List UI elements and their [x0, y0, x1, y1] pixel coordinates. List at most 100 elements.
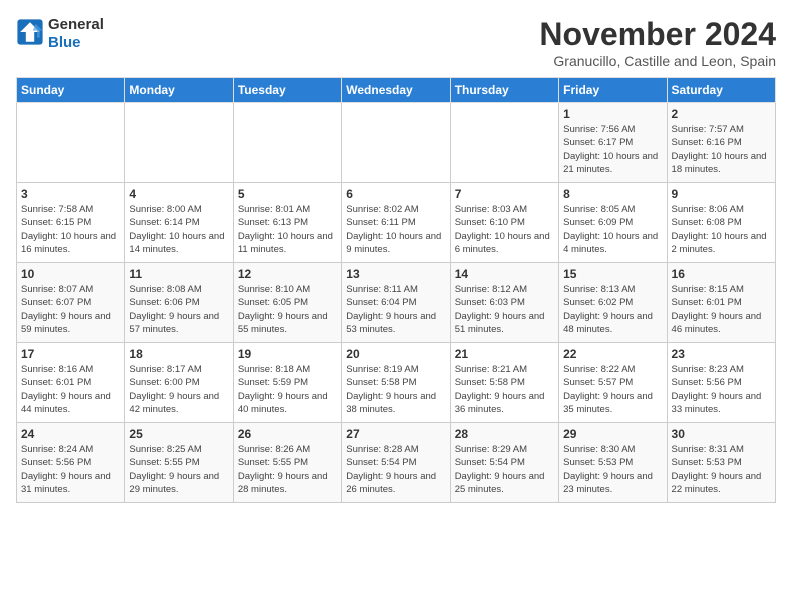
day-number: 18 [129, 347, 228, 361]
day-sunset: Sunset: 6:15 PM [21, 216, 120, 229]
day-number: 15 [563, 267, 662, 281]
logo-general: General [48, 16, 104, 33]
day-number: 1 [563, 107, 662, 121]
calendar-cell: 10 Sunrise: 8:07 AM Sunset: 6:07 PM Dayl… [17, 263, 125, 343]
day-daylight: Daylight: 9 hours and 26 minutes. [346, 470, 445, 497]
day-number: 21 [455, 347, 554, 361]
day-daylight: Daylight: 9 hours and 57 minutes. [129, 310, 228, 337]
calendar-cell: 1 Sunrise: 7:56 AM Sunset: 6:17 PM Dayli… [559, 103, 667, 183]
day-daylight: Daylight: 9 hours and 51 minutes. [455, 310, 554, 337]
day-daylight: Daylight: 9 hours and 53 minutes. [346, 310, 445, 337]
calendar-week-2: 10 Sunrise: 8:07 AM Sunset: 6:07 PM Dayl… [17, 263, 776, 343]
day-number: 2 [672, 107, 771, 121]
day-number: 25 [129, 427, 228, 441]
day-number: 10 [21, 267, 120, 281]
day-number: 19 [238, 347, 337, 361]
calendar-cell: 16 Sunrise: 8:15 AM Sunset: 6:01 PM Dayl… [667, 263, 775, 343]
day-sunset: Sunset: 5:55 PM [238, 456, 337, 469]
calendar-cell: 6 Sunrise: 8:02 AM Sunset: 6:11 PM Dayli… [342, 183, 450, 263]
day-sunset: Sunset: 6:05 PM [238, 296, 337, 309]
day-sunset: Sunset: 6:01 PM [21, 376, 120, 389]
calendar-cell: 18 Sunrise: 8:17 AM Sunset: 6:00 PM Dayl… [125, 343, 233, 423]
day-sunset: Sunset: 5:53 PM [563, 456, 662, 469]
calendar-cell: 28 Sunrise: 8:29 AM Sunset: 5:54 PM Dayl… [450, 423, 558, 503]
location-title: Granucillo, Castille and Leon, Spain [539, 53, 776, 69]
calendar-table: Sunday Monday Tuesday Wednesday Thursday… [16, 77, 776, 503]
day-number: 29 [563, 427, 662, 441]
day-sunrise: Sunrise: 8:06 AM [672, 203, 771, 216]
day-number: 24 [21, 427, 120, 441]
calendar-week-3: 17 Sunrise: 8:16 AM Sunset: 6:01 PM Dayl… [17, 343, 776, 423]
day-sunset: Sunset: 6:11 PM [346, 216, 445, 229]
day-sunrise: Sunrise: 7:56 AM [563, 123, 662, 136]
day-number: 14 [455, 267, 554, 281]
calendar-cell: 5 Sunrise: 8:01 AM Sunset: 6:13 PM Dayli… [233, 183, 341, 263]
calendar-cell: 8 Sunrise: 8:05 AM Sunset: 6:09 PM Dayli… [559, 183, 667, 263]
day-daylight: Daylight: 10 hours and 14 minutes. [129, 230, 228, 257]
day-daylight: Daylight: 10 hours and 4 minutes. [563, 230, 662, 257]
col-sunday: Sunday [17, 78, 125, 103]
col-friday: Friday [559, 78, 667, 103]
day-sunset: Sunset: 5:55 PM [129, 456, 228, 469]
logo: General Blue [16, 16, 104, 52]
day-daylight: Daylight: 9 hours and 33 minutes. [672, 390, 771, 417]
calendar-cell: 23 Sunrise: 8:23 AM Sunset: 5:56 PM Dayl… [667, 343, 775, 423]
calendar-cell: 24 Sunrise: 8:24 AM Sunset: 5:56 PM Dayl… [17, 423, 125, 503]
calendar-cell [233, 103, 341, 183]
title-area: November 2024 Granucillo, Castille and L… [539, 16, 776, 69]
logo-text: General Blue [48, 16, 104, 52]
day-number: 27 [346, 427, 445, 441]
col-saturday: Saturday [667, 78, 775, 103]
calendar-cell: 15 Sunrise: 8:13 AM Sunset: 6:02 PM Dayl… [559, 263, 667, 343]
day-daylight: Daylight: 9 hours and 25 minutes. [455, 470, 554, 497]
calendar-cell: 14 Sunrise: 8:12 AM Sunset: 6:03 PM Dayl… [450, 263, 558, 343]
day-number: 9 [672, 187, 771, 201]
col-thursday: Thursday [450, 78, 558, 103]
day-number: 12 [238, 267, 337, 281]
day-sunrise: Sunrise: 8:10 AM [238, 283, 337, 296]
day-number: 30 [672, 427, 771, 441]
day-sunrise: Sunrise: 8:05 AM [563, 203, 662, 216]
calendar-week-4: 24 Sunrise: 8:24 AM Sunset: 5:56 PM Dayl… [17, 423, 776, 503]
calendar-cell: 7 Sunrise: 8:03 AM Sunset: 6:10 PM Dayli… [450, 183, 558, 263]
calendar-cell: 30 Sunrise: 8:31 AM Sunset: 5:53 PM Dayl… [667, 423, 775, 503]
day-sunrise: Sunrise: 8:18 AM [238, 363, 337, 376]
day-number: 16 [672, 267, 771, 281]
day-sunrise: Sunrise: 8:07 AM [21, 283, 120, 296]
day-sunset: Sunset: 5:59 PM [238, 376, 337, 389]
calendar-cell: 13 Sunrise: 8:11 AM Sunset: 6:04 PM Dayl… [342, 263, 450, 343]
day-number: 5 [238, 187, 337, 201]
day-sunset: Sunset: 5:56 PM [21, 456, 120, 469]
day-sunset: Sunset: 5:58 PM [346, 376, 445, 389]
day-daylight: Daylight: 9 hours and 28 minutes. [238, 470, 337, 497]
day-number: 28 [455, 427, 554, 441]
day-daylight: Daylight: 10 hours and 6 minutes. [455, 230, 554, 257]
day-number: 26 [238, 427, 337, 441]
day-daylight: Daylight: 9 hours and 36 minutes. [455, 390, 554, 417]
day-number: 13 [346, 267, 445, 281]
day-sunrise: Sunrise: 8:02 AM [346, 203, 445, 216]
day-sunrise: Sunrise: 8:21 AM [455, 363, 554, 376]
calendar-cell: 4 Sunrise: 8:00 AM Sunset: 6:14 PM Dayli… [125, 183, 233, 263]
calendar-cell [17, 103, 125, 183]
day-sunset: Sunset: 6:04 PM [346, 296, 445, 309]
day-sunset: Sunset: 6:03 PM [455, 296, 554, 309]
header: General Blue November 2024 Granucillo, C… [16, 16, 776, 69]
calendar-week-0: 1 Sunrise: 7:56 AM Sunset: 6:17 PM Dayli… [17, 103, 776, 183]
day-sunrise: Sunrise: 8:28 AM [346, 443, 445, 456]
calendar-week-1: 3 Sunrise: 7:58 AM Sunset: 6:15 PM Dayli… [17, 183, 776, 263]
calendar-cell: 11 Sunrise: 8:08 AM Sunset: 6:06 PM Dayl… [125, 263, 233, 343]
day-sunrise: Sunrise: 8:16 AM [21, 363, 120, 376]
day-sunrise: Sunrise: 8:12 AM [455, 283, 554, 296]
day-number: 20 [346, 347, 445, 361]
day-sunrise: Sunrise: 8:22 AM [563, 363, 662, 376]
day-sunset: Sunset: 6:16 PM [672, 136, 771, 149]
day-daylight: Daylight: 9 hours and 29 minutes. [129, 470, 228, 497]
day-daylight: Daylight: 10 hours and 18 minutes. [672, 150, 771, 177]
day-sunrise: Sunrise: 8:08 AM [129, 283, 228, 296]
day-sunset: Sunset: 6:13 PM [238, 216, 337, 229]
day-daylight: Daylight: 10 hours and 21 minutes. [563, 150, 662, 177]
day-number: 8 [563, 187, 662, 201]
day-sunset: Sunset: 6:17 PM [563, 136, 662, 149]
day-daylight: Daylight: 9 hours and 40 minutes. [238, 390, 337, 417]
